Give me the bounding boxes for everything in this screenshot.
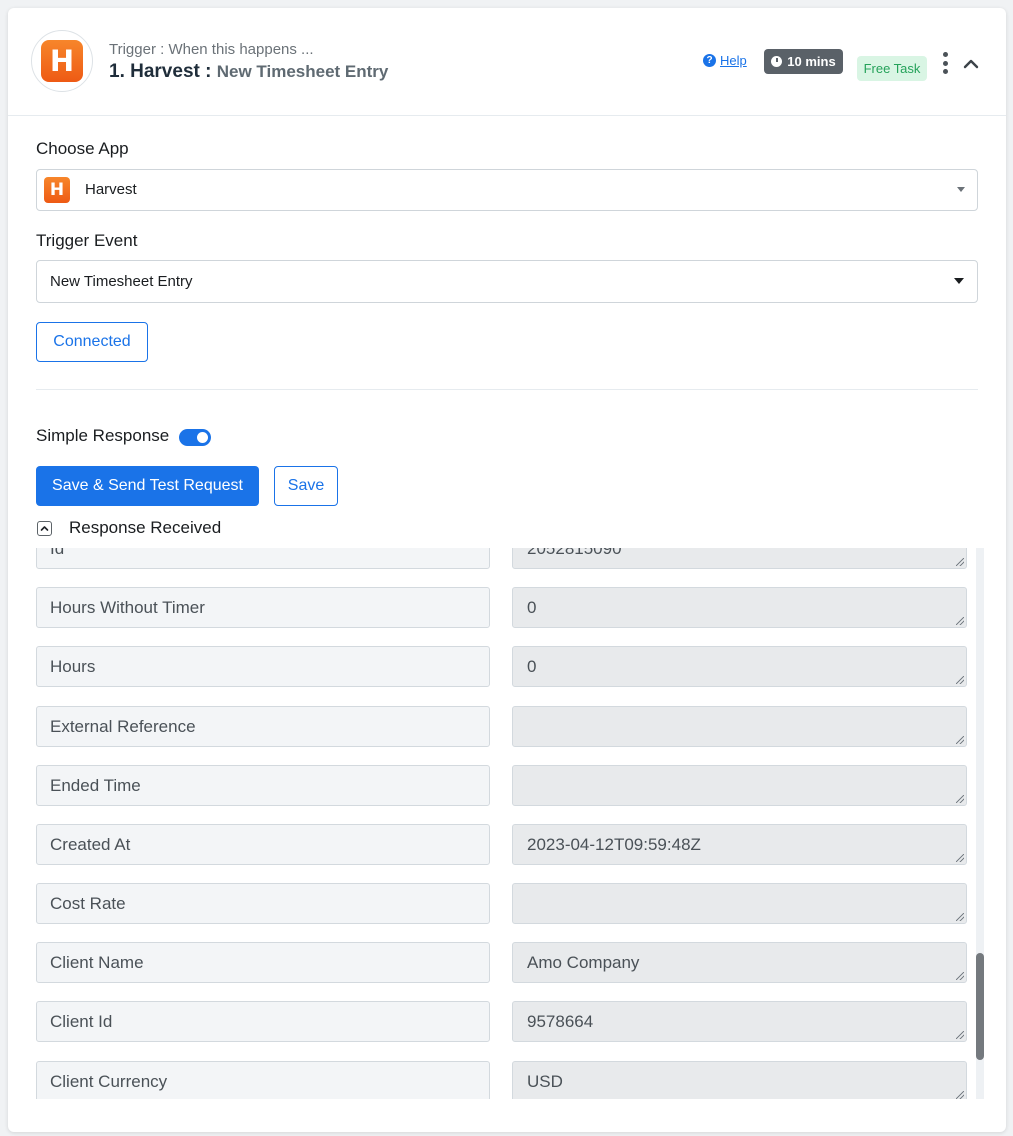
response-value[interactable] [512,765,967,806]
response-value[interactable]: Amo Company [512,942,967,983]
free-task-badge: Free Task [857,56,927,81]
response-key: Ended Time [36,765,490,806]
harvest-logo-icon: H [41,40,83,82]
response-row: External Reference [36,706,976,747]
response-key: Id [36,548,490,569]
response-key: Created At [36,824,490,865]
harvest-logo-icon: H [44,177,70,203]
simple-response-toggle[interactable] [179,429,211,446]
resize-grip-icon[interactable] [956,1091,964,1099]
duration-label: 10 mins [787,54,836,69]
choose-app-label: Choose App [36,139,129,158]
chevron-up-icon[interactable] [963,56,979,72]
response-key: Hours [36,646,490,687]
save-button[interactable]: Save [274,466,338,506]
trigger-title: 1. Harvest : New Timesheet Entry [109,61,388,83]
help-link[interactable]: ? Help [703,53,747,68]
response-row: Id 2052815090 [36,548,976,569]
response-key: Client Name [36,942,490,983]
section-divider [36,389,978,390]
response-row: Client Id 9578664 [36,1001,976,1042]
trigger-subtitle: Trigger : When this happens ... [109,41,314,58]
response-value[interactable] [512,706,967,747]
connected-button[interactable]: Connected [36,322,148,362]
help-icon: ? [703,54,716,67]
response-key: Cost Rate [36,883,490,924]
trigger-step-app: 1. Harvest : [109,61,212,82]
trigger-event-label: Trigger Event [36,231,138,250]
response-row: Hours 0 [36,646,976,687]
trigger-step-event: New Timesheet Entry [216,62,389,81]
response-row: Client Name Amo Company [36,942,976,983]
resize-grip-icon[interactable] [956,854,964,862]
caret-down-icon [957,187,965,192]
resize-grip-icon[interactable] [956,1031,964,1039]
clock-icon [771,56,783,67]
response-row: Hours Without Timer 0 [36,587,976,628]
response-list[interactable]: Id 2052815090 Hours Without Timer 0 Hour… [36,548,984,1099]
response-row: Ended Time [36,765,976,806]
response-value[interactable]: 2023-04-12T09:59:48Z [512,824,967,865]
response-key: External Reference [36,706,490,747]
resize-grip-icon[interactable] [956,972,964,980]
help-label[interactable]: Help [720,53,747,68]
resize-grip-icon[interactable] [956,617,964,625]
response-value[interactable]: 0 [512,587,967,628]
response-scrollbar[interactable] [976,548,984,1099]
collapse-icon[interactable] [37,521,52,536]
response-value[interactable]: 2052815090 [512,548,967,569]
response-value[interactable] [512,883,967,924]
scrollbar-thumb[interactable] [976,953,984,1060]
app-select-value: Harvest [85,181,137,198]
resize-grip-icon[interactable] [956,913,964,921]
trigger-header[interactable]: H Trigger : When this happens ... 1. Har… [8,8,1006,116]
response-row: Created At 2023-04-12T09:59:48Z [36,824,976,865]
resize-grip-icon[interactable] [956,558,964,566]
trigger-card: H Trigger : When this happens ... 1. Har… [8,8,1006,1132]
app-logo-circle: H [31,30,93,92]
response-value[interactable]: USD [512,1061,967,1099]
response-key: Client Id [36,1001,490,1042]
more-vertical-icon[interactable] [940,52,950,74]
resize-grip-icon[interactable] [956,676,964,684]
response-key: Client Currency [36,1061,490,1099]
response-row: Client Currency USD [36,1061,976,1099]
response-value[interactable]: 0 [512,646,967,687]
trigger-event-value: New Timesheet Entry [50,273,193,290]
save-send-test-button[interactable]: Save & Send Test Request [36,466,259,506]
caret-down-icon [954,278,964,284]
resize-grip-icon[interactable] [956,736,964,744]
trigger-event-select[interactable]: New Timesheet Entry [36,260,978,303]
duration-badge: 10 mins [764,49,843,74]
response-row: Cost Rate [36,883,976,924]
simple-response-label: Simple Response [36,426,170,445]
response-value[interactable]: 9578664 [512,1001,967,1042]
response-received-label: Response Received [69,518,222,537]
response-key: Hours Without Timer [36,587,490,628]
resize-grip-icon[interactable] [956,795,964,803]
choose-app-select[interactable]: H Harvest [36,169,978,211]
